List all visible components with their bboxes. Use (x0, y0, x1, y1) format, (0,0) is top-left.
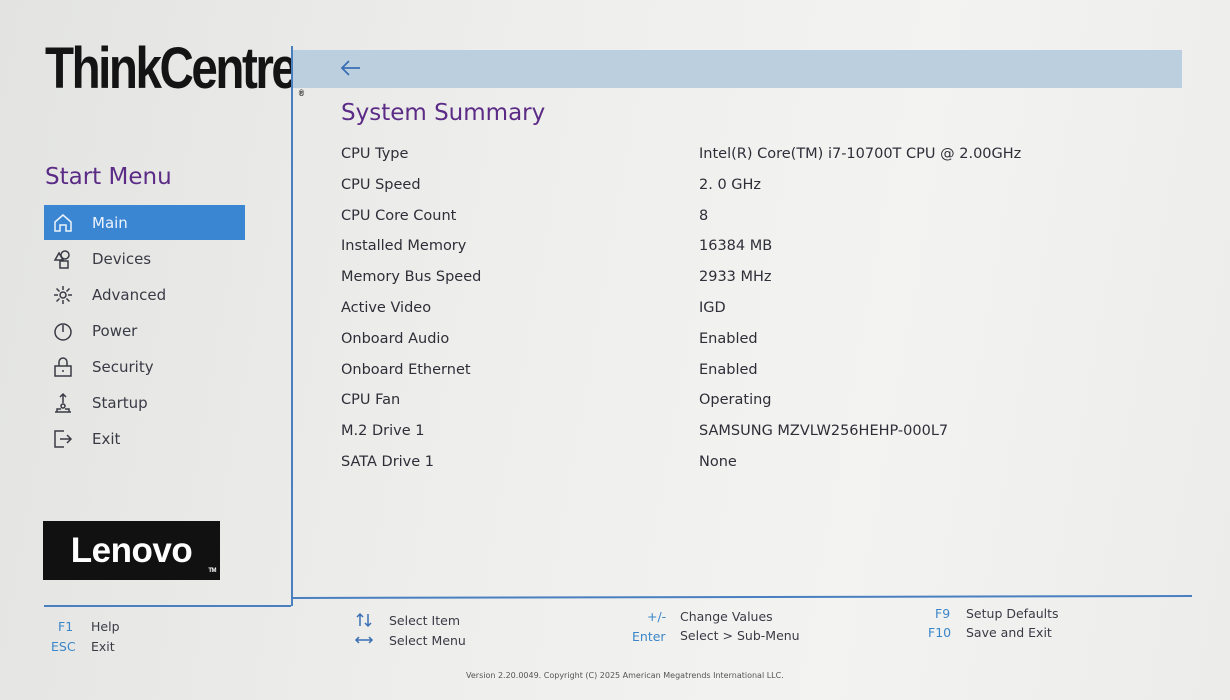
row-value: Operating (699, 392, 772, 409)
summary-row-installed-memory: Installed Memory 16384 MB (341, 232, 1141, 263)
row-value: 8 (699, 207, 709, 224)
enter-key: Enter (632, 629, 666, 644)
f9-key: F9 (935, 606, 951, 621)
bios-screen: ThinkCentre ® Start Menu Main Devices Adv… (0, 0, 1230, 700)
home-icon (52, 212, 74, 234)
menu-item-label: Power (92, 321, 138, 340)
menu-item-label: Main (92, 213, 128, 232)
menu-item-label: Startup (92, 393, 148, 412)
summary-row-onboard-ethernet: Onboard Ethernet Enabled (341, 356, 1141, 387)
vertical-divider (291, 46, 293, 606)
row-label: CPU Fan (341, 392, 401, 409)
menu-item-advanced[interactable]: Advanced (44, 277, 245, 312)
advanced-icon (52, 284, 74, 306)
row-label: CPU Speed (341, 176, 421, 193)
esc-desc: Exit (91, 639, 115, 654)
lenovo-logo: Lenovo TM (43, 521, 220, 580)
row-label: Memory Bus Speed (341, 269, 482, 286)
summary-row-cpu-type: CPU Type Intel(R) Core(TM) i7-10700T CPU … (341, 140, 1141, 171)
save-exit-desc: Save and Exit (966, 625, 1052, 640)
row-label: M.2 Drive 1 (341, 423, 425, 440)
start-menu-title: Start Menu (45, 164, 172, 190)
summary-row-active-video: Active Video IGD (341, 294, 1141, 325)
row-value: Intel(R) Core(TM) i7-10700T CPU @ 2.00GH… (699, 146, 1022, 162)
menu-item-power[interactable]: Power (44, 313, 245, 348)
menu-item-label: Advanced (92, 285, 167, 304)
row-value: Enabled (699, 330, 758, 347)
select-submenu-desc: Select > Sub-Menu (680, 628, 800, 643)
menu-item-label: Devices (92, 249, 152, 268)
summary-row-memory-bus-speed: Memory Bus Speed 2933 MHz (341, 263, 1141, 294)
plus-minus-key: +/- (647, 609, 667, 624)
select-item-desc: Select Item (389, 613, 460, 628)
row-value: Enabled (699, 361, 758, 378)
esc-key: ESC (51, 639, 76, 654)
back-arrow-icon[interactable] (338, 55, 364, 81)
footer-keys: F1 Help ESC Exit Select Item Select Menu… (0, 606, 1230, 700)
exit-icon (52, 428, 74, 450)
thinkcentre-logo: ThinkCentre ® (45, 40, 304, 98)
row-label: Onboard Ethernet (341, 361, 471, 378)
row-value: None (699, 453, 737, 470)
footer-divider-right (292, 595, 1193, 599)
up-down-arrows-icon (356, 612, 372, 628)
f1-key: F1 (58, 619, 74, 634)
f1-desc: Help (91, 619, 120, 634)
summary-row-cpu-speed: CPU Speed 2. 0 GHz (341, 171, 1141, 202)
row-value: 2. 0 GHz (699, 176, 762, 193)
copyright-text: Version 2.20.0049. Copyright (C) 2025 Am… (466, 671, 784, 680)
row-label: Installed Memory (341, 238, 467, 255)
row-label: SATA Drive 1 (341, 453, 435, 470)
summary-row-onboard-audio: Onboard Audio Enabled (341, 325, 1141, 356)
change-values-desc: Change Values (680, 609, 773, 624)
row-label: CPU Core Count (341, 207, 457, 224)
menu-item-label: Exit (92, 429, 121, 448)
system-summary-table: CPU Type Intel(R) Core(TM) i7-10700T CPU … (341, 140, 1141, 479)
row-value: 2933 MHz (699, 269, 772, 286)
power-icon (52, 320, 74, 342)
startup-icon (52, 392, 74, 414)
select-menu-desc: Select Menu (389, 633, 466, 648)
menu-item-devices[interactable]: Devices (44, 241, 245, 276)
menu-item-exit[interactable]: Exit (44, 421, 245, 456)
summary-row-sata-drive-1: SATA Drive 1 None (341, 448, 1141, 479)
footer-divider-left (44, 605, 291, 607)
menu-item-label: Security (92, 357, 154, 376)
lock-icon (52, 356, 74, 378)
menu-item-security[interactable]: Security (44, 349, 245, 384)
brand-name: ThinkCentre (45, 36, 298, 101)
header-bar (293, 50, 1182, 88)
row-label: Active Video (341, 299, 432, 316)
row-label: CPU Type (341, 146, 409, 162)
row-label: Onboard Audio (341, 330, 450, 347)
row-value: SAMSUNG MZVLW256HEHP-000L7 (699, 423, 949, 440)
summary-row-cpu-fan: CPU Fan Operating (341, 386, 1141, 417)
brand-trademark: ® (298, 88, 305, 98)
left-right-arrows-icon (354, 636, 374, 644)
lenovo-logo-text: Lenovo (70, 530, 193, 570)
menu-item-main[interactable]: Main (44, 205, 245, 240)
row-value: IGD (699, 299, 726, 316)
setup-defaults-desc: Setup Defaults (966, 606, 1059, 621)
summary-row-m2-drive-1: M.2 Drive 1 SAMSUNG MZVLW256HEHP-000L7 (341, 417, 1141, 448)
page-title: System Summary (341, 100, 546, 126)
devices-icon (52, 248, 74, 270)
menu-item-startup[interactable]: Startup (44, 385, 245, 420)
lenovo-trademark: TM (208, 568, 216, 574)
summary-row-cpu-core-count: CPU Core Count 8 (341, 202, 1141, 233)
f10-key: F10 (928, 625, 952, 640)
row-value: 16384 MB (699, 238, 773, 255)
start-menu: Main Devices Advanced Power Security Sta… (44, 205, 245, 457)
